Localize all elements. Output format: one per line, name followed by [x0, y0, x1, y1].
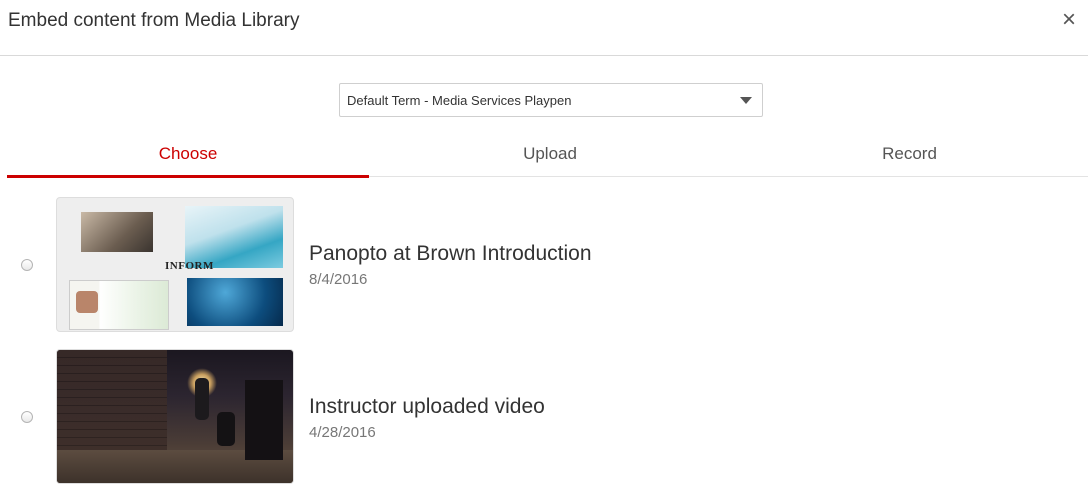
- folder-select-value: Default Term - Media Services Playpen: [347, 93, 572, 108]
- caret-down-icon: [740, 97, 752, 104]
- tab-record[interactable]: Record: [731, 132, 1088, 176]
- media-date: 4/28/2016: [309, 424, 376, 441]
- select-radio[interactable]: [21, 411, 33, 423]
- media-date: 8/4/2016: [309, 271, 368, 288]
- folder-select[interactable]: Default Term - Media Services Playpen: [339, 83, 763, 117]
- thumbnail-photo: [187, 278, 283, 326]
- thumbnail-graphic: [185, 206, 283, 268]
- media-title[interactable]: Instructor uploaded video: [309, 395, 545, 419]
- dialog-header: Embed content from Media Library ×: [0, 0, 1088, 56]
- dialog-title: Embed content from Media Library: [8, 10, 300, 31]
- thumbnail-photo: [81, 212, 153, 252]
- media-item[interactable]: Instructor uploaded video 4/28/2016: [0, 349, 1088, 489]
- tab-choose[interactable]: Choose: [7, 132, 369, 178]
- media-title[interactable]: Panopto at Brown Introduction: [309, 242, 592, 266]
- close-icon[interactable]: ×: [1062, 8, 1076, 32]
- thumbnail-text: Inform: [165, 260, 214, 272]
- thumbnail-screenshot: [69, 280, 169, 330]
- media-thumbnail[interactable]: Inform: [56, 197, 294, 332]
- thumbnail-door: [245, 380, 283, 460]
- thumbnail-figure: [217, 412, 235, 446]
- select-radio[interactable]: [21, 259, 33, 271]
- tab-bar: Choose Upload Record: [7, 132, 1088, 178]
- media-thumbnail[interactable]: [56, 349, 294, 484]
- media-item[interactable]: Inform Panopto at Brown Introduction 8/4…: [0, 197, 1088, 337]
- thumbnail-figure: [195, 378, 209, 420]
- tab-upload[interactable]: Upload: [369, 132, 731, 176]
